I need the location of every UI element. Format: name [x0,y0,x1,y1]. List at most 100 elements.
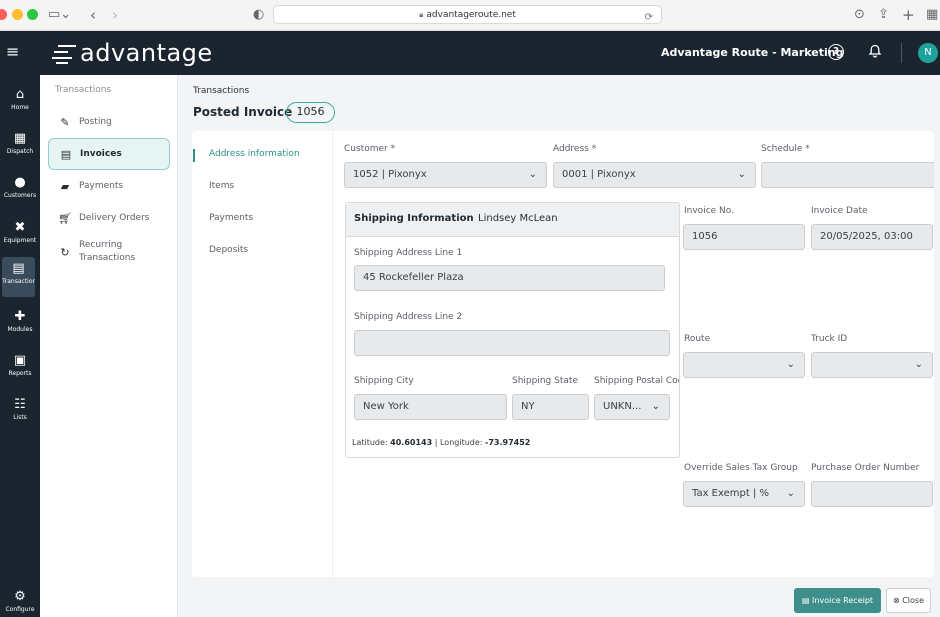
shipping-state-field[interactable]: NY [512,394,589,420]
subnav-item-recurring-transactions[interactable]: ↻ Recurring Transactions [48,236,170,268]
rail-label: Transactions [2,278,35,285]
bell-icon[interactable] [867,44,883,60]
rail-item-configure[interactable]: ⚙ Configure [0,585,40,617]
section-link-address-information[interactable]: Address information [209,149,300,159]
route-label: Route [684,334,711,344]
chevron-down-icon: ⌄ [528,169,537,180]
forward-icon[interactable]: › [112,5,118,25]
tab-overview-icon[interactable]: ▦ [926,5,938,25]
share-icon[interactable]: ⇪ [878,5,889,25]
close-window-button[interactable] [0,9,7,20]
shipping-state-label: Shipping State [512,376,578,386]
shipping-postal-label: Shipping Postal Code [594,376,679,386]
menu-icon[interactable]: ≡ [6,42,22,62]
shipping-city-field[interactable]: New York [354,394,507,420]
back-icon[interactable]: ‹ [90,5,96,25]
rail-item-reports[interactable]: ▣ Reports [0,349,40,389]
calendar-icon: ▦ [13,131,27,146]
subnav-label: Posting [79,117,112,127]
invoice-receipt-button[interactable]: ▤ Invoice Receipt [794,588,881,613]
shipping-line2-field[interactable] [354,330,670,356]
logo-mark-icon [52,42,76,64]
customer-select[interactable]: 1052 | Pixonyx ⌄ [344,162,547,188]
subnav-item-invoices[interactable]: ▤ Invoices [48,138,170,170]
rail-label: Equipment [3,237,37,244]
invoice-date-field[interactable]: 20/05/2025, 03:00 [811,224,933,250]
address-bar[interactable]: 🔒︎ advantageroute.net ⟳ [273,5,662,24]
breadcrumb[interactable]: Transactions [193,86,249,96]
new-tab-icon[interactable]: + [902,5,915,25]
invoice-date-value: 20/05/2025, 03:00 [820,231,913,242]
rail-label: Modules [7,326,33,333]
main-rail: ⌂ Home ▦ Dispatch ● Customers ✖ Equipmen… [0,75,40,617]
close-icon: ⊗ [892,596,900,605]
longitude-label: Longitude: [439,438,483,447]
override-tax-value: Tax Exempt | % [692,488,769,499]
invoice-no-label: Invoice No. [684,206,734,216]
section-link-deposits[interactable]: Deposits [209,245,248,255]
po-number-field[interactable] [811,481,933,507]
home-icon: ⌂ [15,87,25,102]
address-select[interactable]: 0001 | Pixonyx ⌄ [553,162,756,188]
receipt-icon: ▤ [801,596,810,605]
override-tax-label: Override Sales Tax Group [684,463,798,473]
maximize-window-button[interactable] [27,9,38,20]
logo[interactable]: advantage [52,37,213,69]
org-title: Advantage Route - Marketing [661,46,844,59]
reload-icon[interactable]: ⟳ [645,9,653,26]
close-button[interactable]: ⊗ Close [886,588,931,613]
rail-item-home[interactable]: ⌂ Home [0,83,40,123]
puzzle-icon: ✚ [14,309,26,324]
rail-item-dispatch[interactable]: ▦ Dispatch [0,127,40,167]
close-label: Close [902,596,925,605]
coordinates-readout: Latitude: 40.60143 | Longitude: -73.9745… [352,438,530,447]
subnav-item-payments[interactable]: ▰ Payments [48,170,170,202]
subnav-item-posting[interactable]: ✎ Posting [48,106,170,138]
truck-id-select[interactable]: ⌄ [811,352,933,378]
shield-icon[interactable]: ◐ [253,5,264,25]
download-icon[interactable]: ⊙ [854,5,865,25]
customer-label: Customer * [344,144,396,154]
subnav-label: Invoices [80,149,122,159]
shipping-line1-label: Shipping Address Line 1 [354,248,463,258]
route-select[interactable]: ⌄ [683,352,805,378]
active-section-marker [193,149,195,162]
truck-id-label: Truck ID [811,334,848,344]
sidebar-toggle-icon[interactable]: ▭⌄ [48,5,71,25]
latitude-label: Latitude: [352,438,388,447]
shipping-line2-label: Shipping Address Line 2 [354,312,463,322]
rail-item-transactions[interactable]: ▤ Transactions [2,257,35,297]
rail-label: Customers [3,192,37,199]
chevron-down-icon: ⌄ [786,359,795,370]
rail-label: Reports [8,370,32,377]
invoice-receipt-label: Invoice Receipt [812,596,874,605]
rail-item-customers[interactable]: ● Customers [0,171,40,211]
section-link-payments[interactable]: Payments [209,213,253,223]
avatar[interactable]: N [918,43,938,63]
subnav-label: Payments [79,181,124,191]
rail-item-equipment[interactable]: ✖ Equipment [0,216,40,256]
subnav-item-delivery-orders[interactable]: 🛒︎ Delivery Orders [48,202,170,234]
posting-icon: ✎ [60,115,70,129]
shipping-postal-select[interactable]: UNKN... ⌄ [594,394,670,420]
schedule-field[interactable] [761,162,934,188]
subnav-label: Recurring Transactions [79,240,136,263]
invoice-no-field[interactable]: 1056 [683,224,805,250]
shipping-state-value: NY [521,401,535,412]
subnav-label: Delivery Orders [79,213,150,223]
po-number-label: Purchase Order Number [811,463,920,473]
invoice-icon: ▤ [60,147,72,161]
page-title: Posted Invoice [193,105,293,119]
override-tax-select[interactable]: Tax Exempt | % ⌄ [683,481,805,507]
rail-item-lists[interactable]: ☷ Lists [0,393,40,433]
shipping-title: Shipping Information [354,213,474,224]
rail-label: Lists [13,414,27,421]
minimize-window-button[interactable] [12,9,23,20]
shipping-line1-field[interactable]: 45 Rockefeller Plaza [354,265,665,291]
shipping-city-value: New York [363,401,409,412]
rail-item-modules[interactable]: ✚ Modules [0,305,40,345]
section-link-items[interactable]: Items [209,181,234,191]
help-icon[interactable]: ? [828,44,844,60]
document-icon: ▤ [12,261,25,276]
gear-icon: ⚙ [14,589,26,604]
